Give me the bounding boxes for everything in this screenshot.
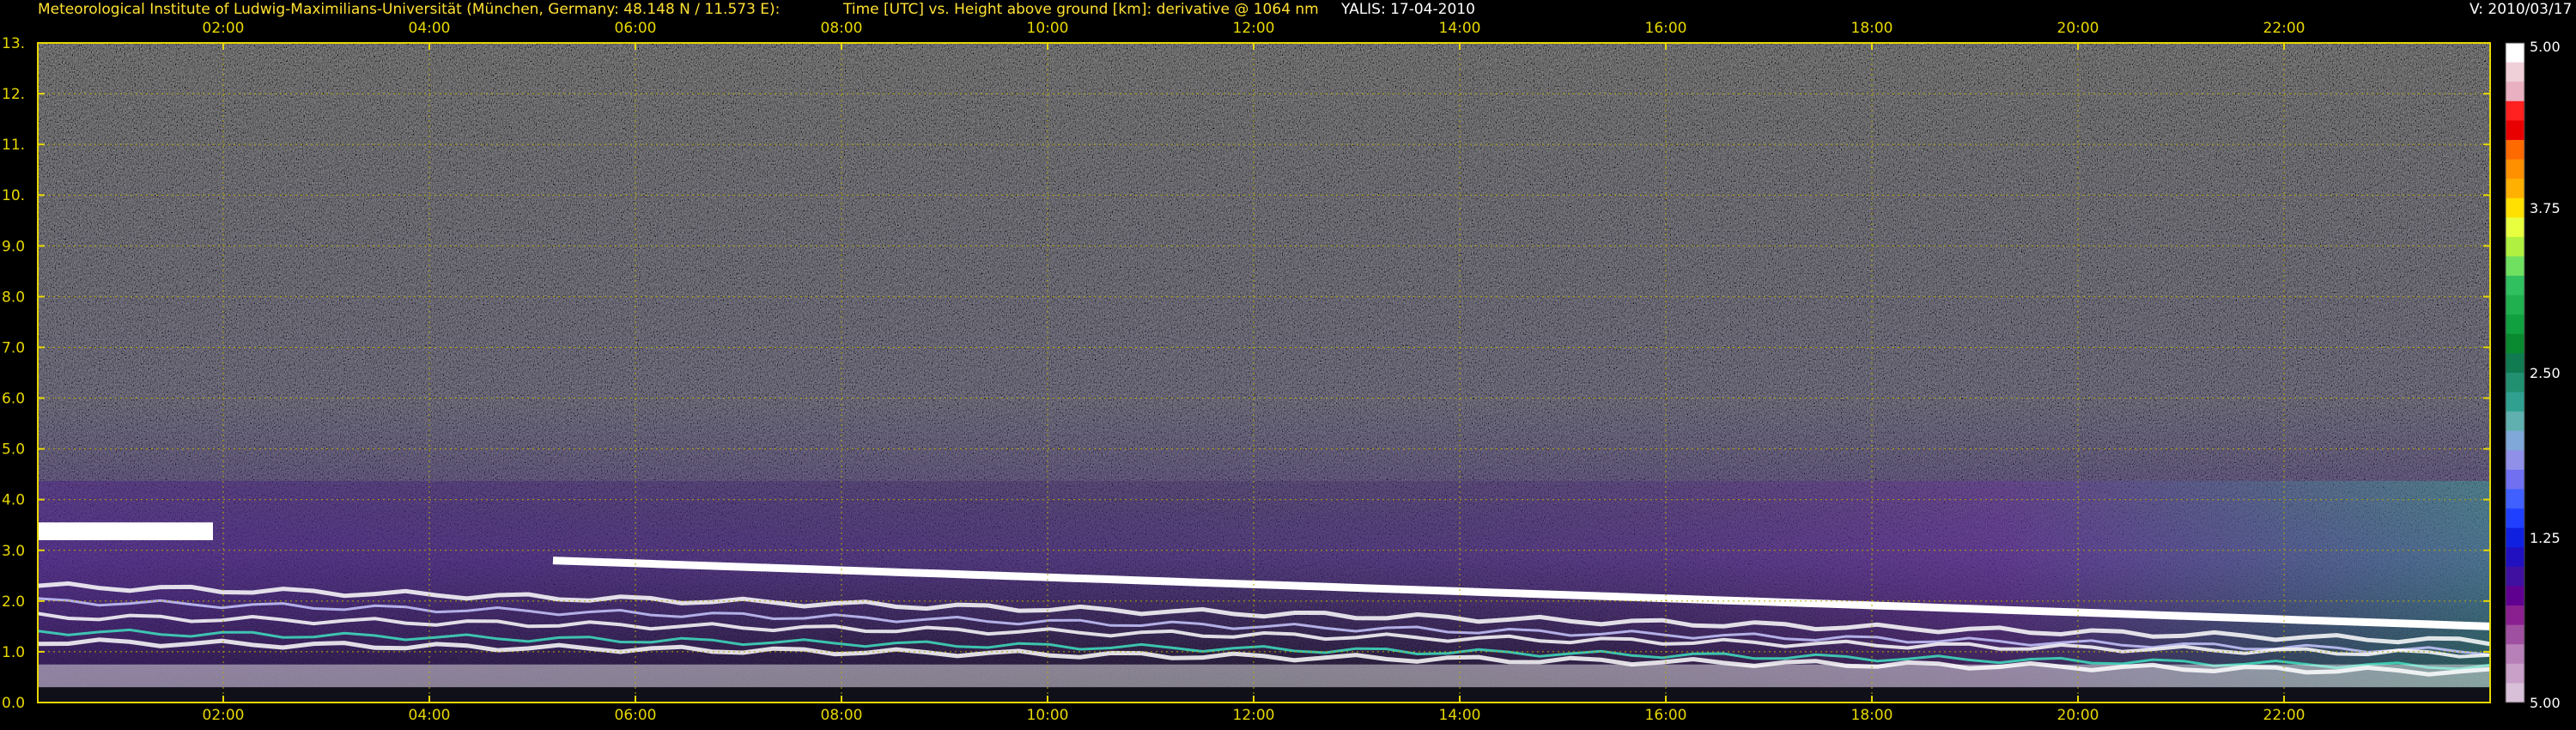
x-tick-label-top: 16:00 [1645, 20, 1687, 37]
colorbar-swatch [2506, 489, 2524, 509]
x-tick-label: 22:00 [2263, 707, 2306, 724]
x-tick-label: 14:00 [1439, 707, 1481, 724]
colorbar-swatch [2506, 450, 2524, 471]
colorbar-swatch [2506, 43, 2524, 64]
colorbar-label: 5.00 [2530, 39, 2561, 55]
colorbar-swatch [2506, 139, 2524, 161]
colorbar-swatch [2506, 566, 2524, 587]
colorbar-swatch [2506, 256, 2524, 277]
y-tick-label: 12. [2, 86, 25, 103]
y-tick-label: 11. [2, 137, 25, 154]
colorbar-swatch [2506, 333, 2524, 354]
colorbar-swatch [2506, 411, 2524, 432]
colorbar-swatch [2506, 683, 2524, 703]
colorbar-swatch [2506, 586, 2524, 606]
x-tick-label-top: 18:00 [1851, 20, 1893, 37]
colorbar-swatch [2506, 392, 2524, 412]
y-tick-label: 0.0 [2, 695, 25, 712]
x-tick-label: 08:00 [821, 707, 863, 724]
x-tick-label: 06:00 [615, 707, 657, 724]
colorbar-label: 1.25 [2530, 530, 2561, 546]
y-tick-label: 7.0 [2, 339, 25, 356]
colorbar-swatch [2506, 62, 2524, 82]
colorbar-label: 3.75 [2530, 200, 2561, 216]
x-tick-label-top: 12:00 [1233, 20, 1275, 37]
colorbar-swatch [2506, 198, 2524, 218]
x-tick-label: 12:00 [1233, 707, 1275, 724]
colorbar-swatch [2506, 159, 2524, 179]
colorbar-swatch [2506, 624, 2524, 645]
colorbar-swatch [2506, 276, 2524, 296]
colorbar-swatch [2506, 508, 2524, 529]
x-tick-label: 20:00 [2057, 707, 2099, 724]
x-tick-label: 16:00 [1645, 707, 1687, 724]
x-tick-label-top: 22:00 [2263, 20, 2306, 37]
colorbar-swatch [2506, 644, 2524, 665]
x-tick-label-top: 08:00 [821, 20, 863, 37]
y-tick-label: 1.0 [2, 644, 25, 661]
colorbar-swatch [2506, 120, 2524, 141]
colorbar-swatch [2506, 373, 2524, 393]
colorbar-swatch [2506, 314, 2524, 335]
colorbar-swatch [2506, 605, 2524, 626]
y-tick-label: 13. [2, 35, 25, 52]
x-tick-label: 18:00 [1851, 707, 1893, 724]
near-ground-band [38, 687, 2490, 703]
colorbar-swatch [2506, 547, 2524, 568]
x-tick-label: 04:00 [409, 707, 451, 724]
colorbar-swatch [2506, 179, 2524, 199]
x-tick-label-top: 04:00 [409, 20, 451, 37]
colorbar-swatch [2506, 82, 2524, 102]
y-tick-label: 4.0 [2, 492, 25, 509]
y-tick-label: 3.0 [2, 543, 25, 560]
colorbar-swatch [2506, 527, 2524, 548]
colorbar-swatch [2506, 100, 2524, 121]
y-tick-label: 10. [2, 187, 25, 204]
lower-layer-band [38, 664, 2490, 688]
y-tick-label: 5.0 [2, 441, 25, 459]
y-tick-label: 6.0 [2, 391, 25, 408]
colorbar-swatch [2506, 430, 2524, 451]
colorbar-label: 2.50 [2530, 365, 2561, 381]
colorbar-swatch [2506, 469, 2524, 490]
x-tick-label: 10:00 [1027, 707, 1069, 724]
colorbar: 5.00 3.75 2.50 1.25 5.00 [2505, 39, 2561, 711]
y-tick-label: 8.0 [2, 289, 25, 306]
colorbar-swatch [2506, 217, 2524, 238]
x-tick-label-top: 06:00 [615, 20, 657, 37]
y-tick-label: 2.0 [2, 593, 25, 611]
colorbar-swatch [2506, 353, 2524, 374]
x-tick-label-top: 02:00 [203, 20, 245, 37]
colorbar-label: 5.00 [2530, 695, 2561, 711]
colorbar-swatch [2506, 295, 2524, 315]
x-tick-label-top: 14:00 [1439, 20, 1481, 37]
x-tick-label-top: 20:00 [2057, 20, 2099, 37]
x-tick-label-top: 10:00 [1027, 20, 1069, 37]
lidar-derivative-chart: 02:00 02:00 04:00 04:00 06:00 06:00 08:00 08:00… [2, 20, 2561, 724]
x-tick-label: 02:00 [203, 707, 245, 724]
colorbar-swatch [2506, 236, 2524, 257]
elevated-layer-band [38, 522, 213, 540]
colorbar-swatch [2506, 663, 2524, 684]
y-tick-label: 9.0 [2, 238, 25, 255]
